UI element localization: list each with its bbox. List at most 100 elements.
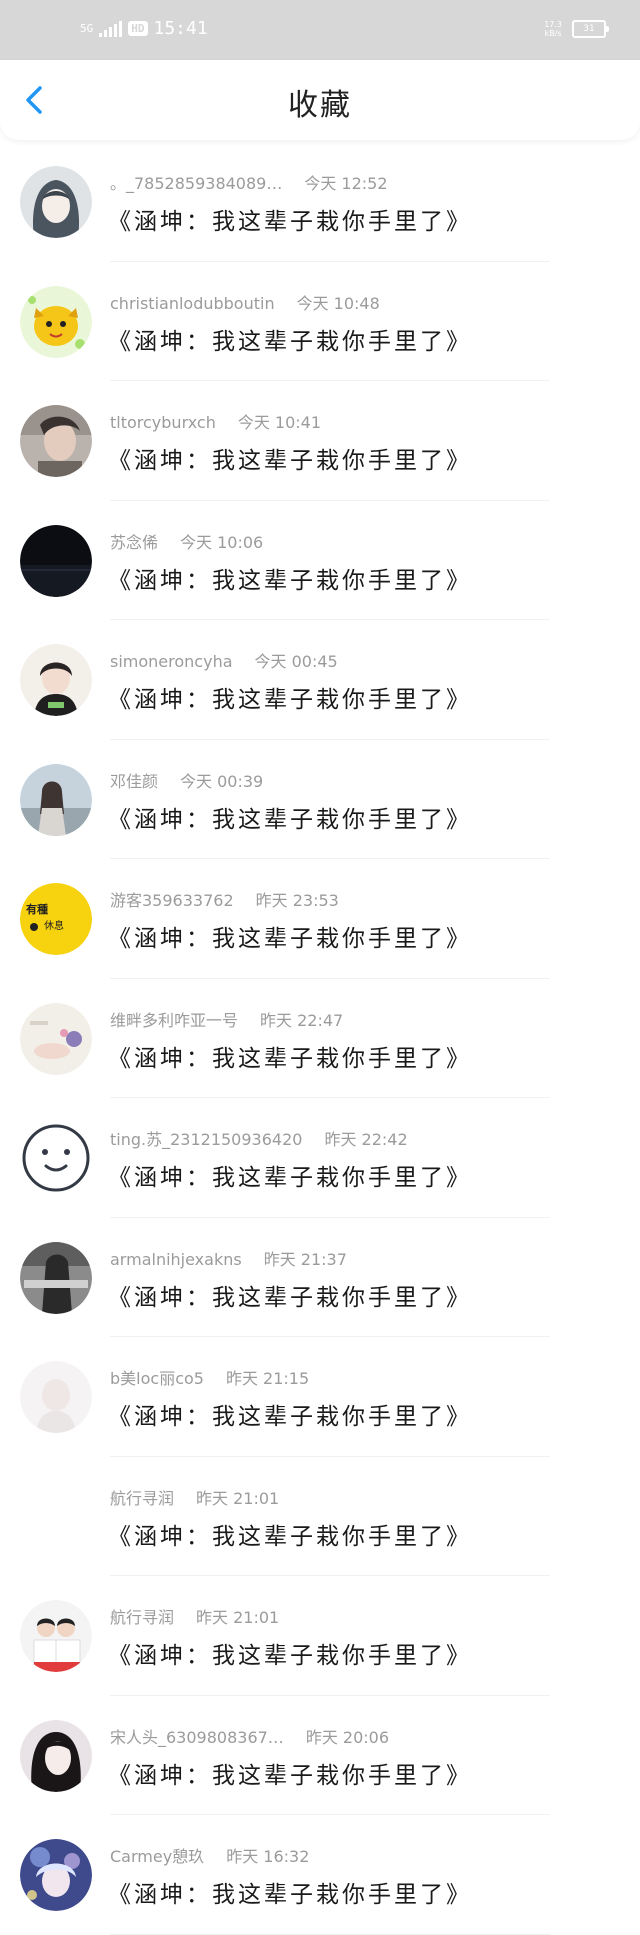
item-meta: 。_7852859384089… 今天 12:52 [110,170,388,194]
battery-level: 31 [583,24,595,34]
hd-badge: HD [128,21,148,36]
clock: 15:41 [153,18,208,39]
item-meta: armalnihjexakns 昨天 21:37 [110,1246,347,1270]
favorite-title[interactable]: 《涵坤：我这辈子栽你手里了》 [108,1397,472,1431]
list-item[interactable]: tltorcyburxch 今天 10:41 《涵坤：我这辈子栽你手里了》 [0,381,640,501]
list-item[interactable]: 邓佳颜 今天 00:39 《涵坤：我这辈子栽你手里了》 [0,740,640,860]
list-item[interactable]: 苏念俙 今天 10:06 《涵坤：我这辈子栽你手里了》 [0,501,640,621]
item-meta: 维畔多利咋亚一号 昨天 22:47 [110,1007,343,1031]
favorite-title[interactable]: 《涵坤：我这辈子栽你手里了》 [108,1517,472,1551]
timestamp: 昨天 21:37 [263,1249,347,1269]
favorite-title[interactable]: 《涵坤：我这辈子栽你手里了》 [108,1039,472,1073]
item-meta: ting.苏_2312150936420 昨天 22:42 [110,1126,408,1150]
signal-icon [99,20,123,37]
favorite-title[interactable]: 《涵坤：我这辈子栽你手里了》 [108,561,472,595]
username[interactable]: simoneroncyha [110,652,233,671]
avatar[interactable] [20,405,92,477]
item-meta: 苏念俙 今天 10:06 [110,529,263,553]
username[interactable]: 邓佳颜 [110,772,158,791]
status-right: 17.3 kB/s 31 [544,20,609,38]
list-item[interactable]: Carmey憩玖 昨天 16:32 《涵坤：我这辈子栽你手里了》 [0,1815,640,1935]
favorite-title[interactable]: 《涵坤：我这辈子栽你手里了》 [108,800,472,834]
avatar[interactable] [20,166,92,238]
battery-icon: 31 [572,20,609,38]
timestamp: 今天 00:45 [254,652,338,671]
list-item[interactable]: b美loc丽co5 昨天 21:15 《涵坤：我这辈子栽你手里了》 [0,1337,640,1457]
list-item[interactable]: 维畔多利咋亚一号 昨天 22:47 《涵坤：我这辈子栽你手里了》 [0,979,640,1099]
avatar[interactable] [20,1241,92,1314]
avatar[interactable]: 有種休息 [20,883,92,955]
favorite-title[interactable]: 《涵坤：我这辈子栽你手里了》 [108,1158,472,1192]
list-item[interactable]: armalnihjexakns 昨天 21:37 《涵坤：我这辈子栽你手里了》 [0,1218,640,1338]
timestamp: 昨天 22:47 [260,1010,344,1030]
username[interactable]: 航行寻润 [110,1608,174,1627]
list-item[interactable]: christianlodubboutin 今天 10:48 《涵坤：我这辈子栽你手里… [0,262,640,382]
timestamp: 昨天 21:01 [196,1608,280,1627]
favorite-title[interactable]: 《涵坤：我这辈子栽你手里了》 [108,919,472,953]
item-meta: 邓佳颜 今天 00:39 [110,768,263,792]
timestamp: 昨天 22:42 [324,1130,408,1149]
item-meta: christianlodubboutin 今天 10:48 [110,290,380,314]
favorite-title[interactable]: 《涵坤：我这辈子栽你手里了》 [108,202,472,236]
avatar[interactable] [20,1361,92,1433]
timestamp: 昨天 21:15 [225,1369,310,1388]
username[interactable]: ting.苏_2312150936420 [110,1130,302,1149]
avatar[interactable] [20,763,92,836]
username[interactable]: b美loc丽co5 [110,1369,204,1388]
username[interactable]: 游客359633762 [110,891,234,910]
network-speed-value: 17.3 [544,20,562,29]
favorite-title[interactable]: 《涵坤：我这辈子栽你手里了》 [108,1636,472,1670]
list-item[interactable]: ting.苏_2312150936420 昨天 22:42 《涵坤：我这辈子栽你手里… [0,1098,640,1218]
avatar[interactable] [20,644,92,716]
avatar[interactable] [20,1122,92,1194]
username[interactable]: tltorcyburxch [110,413,216,432]
timestamp: 今天 10:06 [180,532,264,552]
network-type: 5G [80,22,94,35]
item-meta: tltorcyburxch 今天 10:41 [110,409,321,433]
avatar[interactable] [20,1719,92,1792]
timestamp: 今天 10:48 [296,293,380,313]
list-item[interactable]: 航行寻润 昨天 21:01 《涵坤：我这辈子栽你手里了》 [0,1576,640,1696]
username[interactable]: 宋人头_6309808367… [110,1728,284,1747]
svg-text:休息: 休息 [44,919,64,932]
favorite-title[interactable]: 《涵坤：我这辈子栽你手里了》 [108,322,472,356]
username[interactable]: 航行寻润 [110,1489,174,1508]
username[interactable]: christianlodubboutin [110,294,275,313]
username[interactable]: Carmey憩玖 [110,1847,204,1866]
avatar[interactable] [20,1839,92,1911]
username[interactable]: 。_7852859384089… [110,174,282,193]
avatar[interactable] [20,1002,92,1075]
timestamp: 今天 10:41 [237,413,322,432]
list-item[interactable]: simoneroncyha 今天 00:45 《涵坤：我这辈子栽你手里了》 [0,620,640,740]
timestamp: 昨天 20:06 [305,1727,390,1747]
item-meta: 航行寻润 昨天 21:01 [110,1604,279,1628]
favorite-title[interactable]: 《涵坤：我这辈子栽你手里了》 [108,1756,472,1790]
status-bar: 5G HD 15:41 17.3 kB/s 31 [0,0,640,60]
timestamp: 昨天 16:32 [226,1847,310,1866]
item-meta: 游客359633762 昨天 23:53 [110,887,339,911]
list-item[interactable]: 。_7852859384089… 今天 12:52 《涵坤：我这辈子栽你手里了》 [0,142,640,262]
svg-text:有種: 有種 [26,902,48,916]
item-meta: Carmey憩玖 昨天 16:32 [110,1843,309,1867]
network-speed-unit: kB/s [544,29,562,38]
avatar[interactable] [20,524,92,597]
favorite-title[interactable]: 《涵坤：我这辈子栽你手里了》 [108,680,472,714]
item-meta: b美loc丽co5 昨天 21:15 [110,1365,309,1389]
username[interactable]: 苏念俙 [110,533,158,552]
avatar[interactable] [20,1600,92,1672]
list-item[interactable]: 有種 休息 游客359633762 昨天 23:53 《涵坤：我这辈子栽你手里了》 [0,859,640,979]
timestamp: 今天 12:52 [304,174,388,193]
list-item[interactable]: 宋人头_6309808367… 昨天 20:06 《涵坤：我这辈子栽你手里了》 [0,1696,640,1816]
item-meta: 航行寻润 昨天 21:01 [110,1485,279,1509]
favorite-title[interactable]: 《涵坤：我这辈子栽你手里了》 [108,441,472,475]
item-meta: 宋人头_6309808367… 昨天 20:06 [110,1724,389,1748]
username[interactable]: 维畔多利咋亚一号 [110,1011,238,1030]
username[interactable]: armalnihjexakns [110,1250,242,1269]
favorites-list: 。_7852859384089… 今天 12:52 《涵坤：我这辈子栽你手里了》 ch… [0,142,640,1935]
favorite-title[interactable]: 《涵坤：我这辈子栽你手里了》 [108,1278,472,1312]
avatar[interactable] [20,285,92,358]
list-item[interactable]: 航行寻润 昨天 21:01 《涵坤：我这辈子栽你手里了》 [0,1457,640,1577]
favorite-title[interactable]: 《涵坤：我这辈子栽你手里了》 [108,1875,472,1909]
header: 收藏 [0,60,640,140]
timestamp: 昨天 21:01 [196,1488,280,1508]
